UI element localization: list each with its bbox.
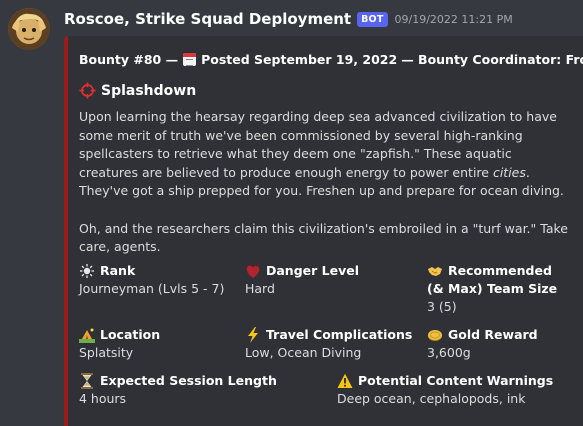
bot-badge: BOT [357, 11, 388, 27]
field-value-content-warnings: Deep ocean, cephalopods, ink [337, 391, 526, 406]
message-header: Roscoe, Strike Squad Deployment BOT 09/1… [64, 10, 513, 28]
author-prefix: Bounty #80 — [79, 52, 179, 67]
field-value-team-size: 3 (5) [427, 299, 457, 314]
field-content-warnings: Potential Content Warnings Deep ocean, c… [337, 372, 553, 408]
description-paragraph-1: Upon learning the hearsay regarding deep… [79, 108, 569, 182]
crosshair-icon [79, 82, 96, 99]
field-name-session-length: Expected Session Length [100, 373, 277, 388]
description-line-2: They've got a ship prepped for you. Fres… [79, 183, 564, 199]
field-name-team-size-line-1: Recommended [448, 263, 552, 278]
field-travel-complications: Travel Complications Low, Ocean Diving [245, 326, 412, 362]
warning-icon [337, 373, 353, 389]
embed-title: Splashdown [79, 82, 196, 99]
field-danger-level: Danger Level Hard [245, 262, 359, 298]
author-date: Posted September 19, 2022 [201, 52, 398, 67]
user-avatar[interactable] [8, 8, 50, 50]
embed-author: Bounty #80 — Posted September 19, 2022 —… [79, 52, 583, 67]
field-name-gold-reward: Gold Reward [448, 327, 538, 342]
hourglass-icon [79, 373, 95, 389]
description-line-1-end: . [525, 164, 530, 180]
field-name-location: Location [100, 327, 161, 342]
handshake-icon [427, 263, 443, 279]
field-value-travel-complications: Low, Ocean Diving [245, 345, 362, 360]
field-name-danger-level: Danger Level [266, 263, 360, 278]
lightning-icon [245, 327, 261, 343]
embed-description: Upon learning the hearsay regarding deep… [79, 108, 569, 257]
field-name-team-size-line-2: (& Max) Team Size [427, 281, 558, 296]
field-value-gold-reward: 3,600g [427, 345, 471, 360]
avatar-image [8, 8, 50, 50]
field-name-travel-complications: Travel Complications [266, 327, 413, 342]
message-timestamp[interactable]: 09/19/2022 11:21 PM [395, 13, 513, 26]
field-name-content-warnings: Potential Content Warnings [358, 373, 554, 388]
field-rank: Rank Journeyman (Lvls 5 - 7) [79, 262, 224, 298]
bounty-embed: Bounty #80 — Posted September 19, 2022 —… [64, 36, 583, 426]
field-name-rank: Rank [100, 263, 136, 278]
coin-icon [427, 327, 443, 343]
field-name-team-size: Recommended (& Max) Team Size [427, 262, 557, 298]
field-value-danger-level: Hard [245, 281, 275, 296]
author-suffix: — Bounty Coordinator: Frosty [401, 52, 583, 67]
embed-title-text: Splashdown [101, 82, 197, 99]
field-value-location: Splatsity [79, 345, 134, 360]
field-location: Location Splatsity [79, 326, 160, 362]
calendar-icon [183, 53, 197, 66]
field-value-session-length: 4 hours [79, 391, 127, 406]
sun-icon [79, 263, 95, 279]
username[interactable]: Roscoe, Strike Squad Deployment [64, 10, 351, 28]
anatomical-heart-icon [245, 263, 261, 279]
field-value-rank: Journeyman (Lvls 5 - 7) [79, 281, 225, 296]
field-gold-reward: Gold Reward 3,600g [427, 326, 538, 362]
description-emphasis: cities [492, 164, 526, 180]
description-line-1: Upon learning the hearsay regarding deep… [79, 109, 557, 180]
field-team-size: Recommended (& Max) Team Size 3 (5) [427, 262, 557, 316]
description-line-3: Oh, and the researchers claim this civil… [79, 220, 568, 255]
camping-icon [79, 327, 95, 343]
field-session-length: Expected Session Length 4 hours [79, 372, 277, 408]
